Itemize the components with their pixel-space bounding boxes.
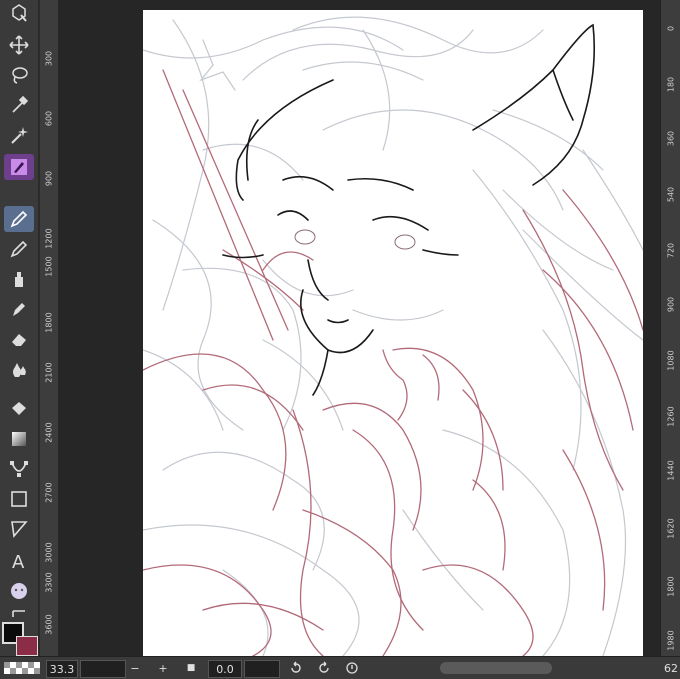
ruler-label: 180 [666,76,676,93]
gradient-icon[interactable] [4,426,34,452]
pencil-icon[interactable] [4,236,34,262]
rotation-slider[interactable] [244,660,280,678]
ruler-label: 3600 [44,614,54,635]
zoom-slider[interactable] [80,660,126,678]
background-color-swatch[interactable] [16,636,38,656]
text-icon[interactable]: A [4,548,34,574]
zoom-field[interactable]: 33.3 [46,660,78,678]
ruler-label: 300 [44,50,54,67]
pen-icon[interactable] [4,206,34,232]
ruler-label: 1260 [666,406,676,427]
ruler-label: 0 [666,25,676,32]
ruler-label: 1800 [666,576,676,597]
rectangle-icon[interactable] [4,486,34,512]
ruler-label: 1200 [44,228,54,249]
svg-text:A: A [12,552,25,571]
ruler-label: 900 [44,170,54,187]
blend-icon[interactable] [4,356,34,382]
horizontal-scrollbar[interactable] [440,662,552,674]
vertical-ruler: 300 600 900 1200 1500 1800 2100 2400 270… [40,0,59,656]
airbrush-icon[interactable] [4,266,34,292]
marker-icon[interactable] [4,296,34,322]
tool-palette: A [0,0,38,656]
eraser-icon[interactable] [4,326,34,352]
zoom-in-button[interactable]: + [156,660,170,676]
reset-rotation-icon[interactable] [344,660,360,676]
balloon-icon[interactable] [4,578,34,604]
reset-button[interactable]: ■ [184,660,198,676]
ruler-label: 1800 [44,312,54,333]
right-value: 62 [664,661,678,675]
ruler-label: 1500 [44,256,54,277]
sketch-drawing [143,16,643,656]
ruler-label: 360 [666,130,676,147]
ruler-label: 1980 [666,630,676,651]
ruler-label: 3300 [44,572,54,593]
rotate-left-icon[interactable] [288,660,304,676]
magic-wand-icon[interactable] [4,122,34,148]
pen-tool-icon[interactable] [4,154,34,180]
layer-move-icon[interactable] [4,0,34,26]
ruler-label: 720 [666,242,676,259]
ruler-icon[interactable] [4,516,34,542]
transparency-icon [2,660,42,676]
ruler-label: 900 [666,296,676,313]
ruler-label: 1620 [666,518,676,539]
ruler-label: 1440 [666,460,676,481]
fill-icon[interactable] [4,396,34,422]
status-bar: 33.3 − + ■ 0.0 62 [0,656,680,679]
ruler-label: 600 [44,110,54,127]
move-icon[interactable] [4,32,34,58]
ruler-label: 2700 [44,482,54,503]
ruler-label: 1080 [666,350,676,371]
eyedropper-icon[interactable] [4,92,34,118]
drawing-canvas[interactable] [143,10,643,656]
canvas-area[interactable] [58,0,660,656]
ruler-label: 3000 [44,542,54,563]
ruler-label: 2400 [44,422,54,443]
zoom-out-button[interactable]: − [128,660,142,676]
ruler-label: 540 [666,186,676,203]
lasso-icon[interactable] [4,62,34,88]
right-ruler: 0 180 360 540 720 900 1080 1260 1440 162… [660,0,680,656]
curve-icon[interactable] [4,456,34,482]
ruler-label: 2100 [44,362,54,383]
rotate-right-icon[interactable] [316,660,332,676]
rotation-field[interactable]: 0.0 [208,660,242,678]
